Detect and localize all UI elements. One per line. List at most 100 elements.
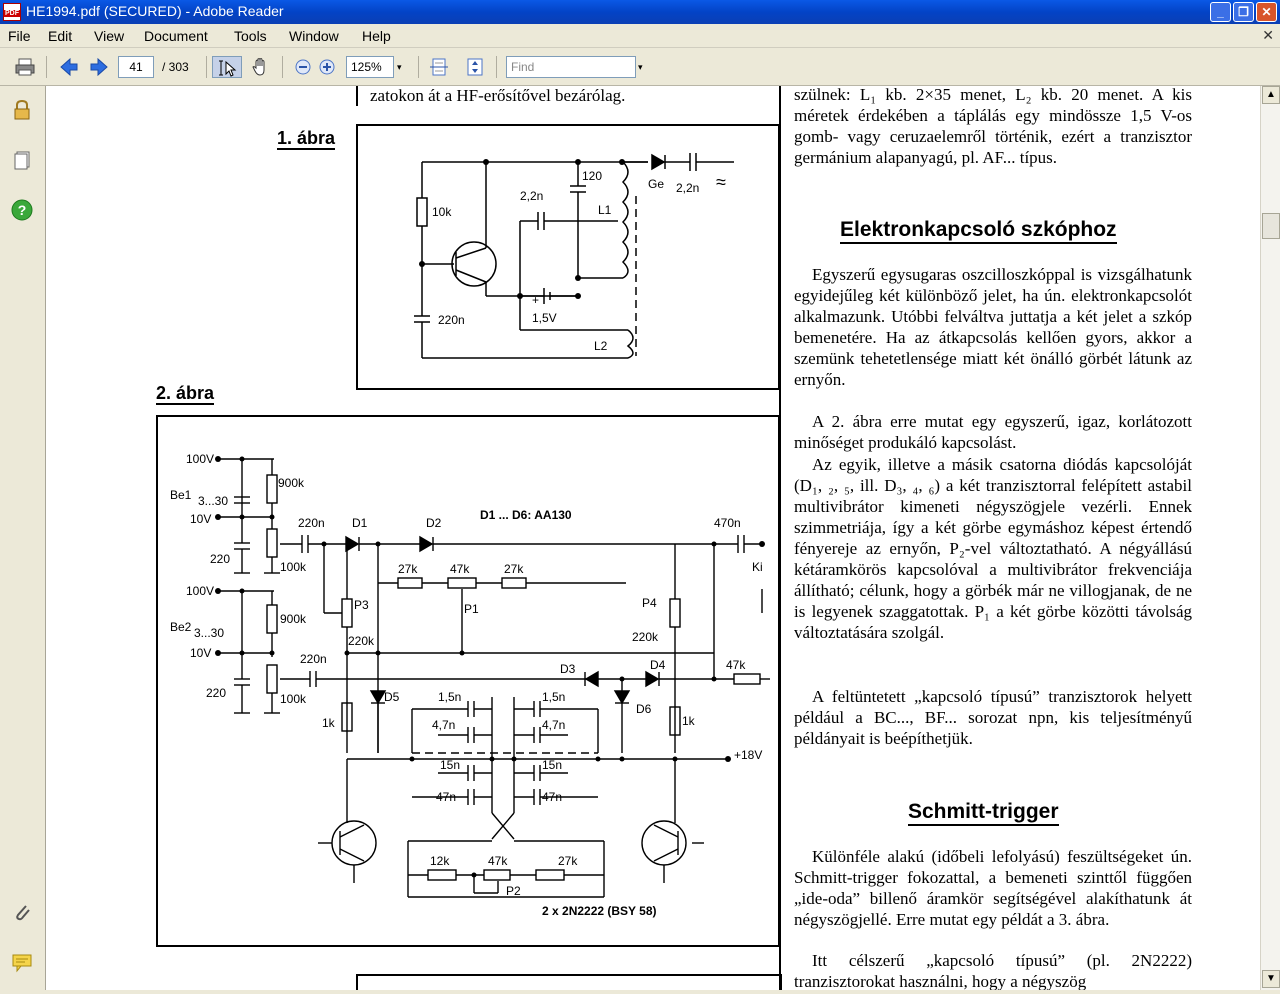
fig2-label-be1: Be1	[170, 488, 192, 502]
help-icon[interactable]: ?	[10, 198, 34, 222]
fig2-label-1k-a: 1k	[322, 716, 336, 730]
fig2-label-220-b: 220	[206, 686, 226, 700]
fig2-label-900k-b: 900k	[280, 612, 307, 626]
attachments-paperclip-icon[interactable]	[10, 900, 34, 924]
find-input[interactable]: Find	[506, 56, 636, 78]
fig2-label-15n-a: 15n	[440, 758, 460, 772]
comments-icon[interactable]	[10, 950, 34, 974]
fig2-label-diodes: D1 ... D6: AA130	[480, 508, 572, 522]
fig2-label-ki: Ki	[752, 560, 763, 574]
heading-elektronkapcsolo: Elektronkapcsoló szkóphoz	[840, 218, 1117, 244]
zoom-out-icon[interactable]	[292, 56, 314, 78]
fig2-label-p4: P4	[642, 596, 657, 610]
fig2-label-47k-a: 47k	[450, 562, 470, 576]
fig2-label-100k-b: 100k	[280, 692, 307, 706]
fig1-label-2n2b: 2,2n	[676, 181, 699, 195]
fig2-label-15n-b: 15n	[542, 758, 562, 772]
menu-bar: File Edit View Document Tools Window Hel…	[0, 24, 1280, 48]
fig1-label-ac: ≈	[716, 172, 726, 192]
zoom-in-icon[interactable]	[316, 56, 338, 78]
close-document-icon[interactable]: ✕	[1262, 27, 1274, 44]
scroll-down-arrow-icon[interactable]: ▼	[1262, 970, 1280, 988]
hand-tool-icon[interactable]	[250, 56, 272, 78]
fig2-label-p3: P3	[354, 598, 369, 612]
fig2-label-1k-b: 1k	[682, 714, 696, 728]
fig2-label-d2: D2	[426, 516, 442, 530]
navigation-panel: ?	[0, 86, 46, 990]
fig1-label-10k: 10k	[432, 205, 452, 219]
fig2-label-47n-a: 47n	[436, 790, 456, 804]
vertical-scrollbar[interactable]: ▲ ▼	[1260, 86, 1280, 990]
fig1-label-2n2a: 2,2n	[520, 189, 543, 203]
fig2-label-4n7-b: 4,7n	[542, 718, 565, 732]
figure1-circuit-drawing: 10k 120 2,2n L1 Ge 2,2n ≈ 220n + 1,5V L2	[414, 153, 734, 359]
security-lock-icon[interactable]	[10, 98, 34, 122]
toolbar: 41 / 303 125% ▾ Find ▾	[0, 48, 1280, 86]
title-bar: HE1994.pdf (SECURED) - Adobe Reader _ ❐ …	[0, 0, 1280, 24]
figure1-label: 1. ábra	[277, 128, 336, 150]
fig2-label-d1: D1	[352, 516, 368, 530]
fig2-label-d3: D3	[560, 662, 576, 676]
restore-button[interactable]: ❐	[1233, 2, 1254, 22]
find-dropdown-icon[interactable]: ▾	[638, 56, 643, 78]
page-number-input[interactable]: 41	[118, 56, 154, 78]
fig2-label-100k-a: 100k	[280, 560, 307, 574]
fig2-label-27k-b: 27k	[504, 562, 524, 576]
minimize-button[interactable]: _	[1210, 2, 1231, 22]
next-page-icon[interactable]	[88, 56, 110, 78]
page-total: / 303	[162, 60, 189, 74]
fit-width-icon[interactable]	[428, 56, 450, 78]
fit-page-icon[interactable]	[464, 56, 486, 78]
fig1-label-l1: L1	[598, 203, 612, 217]
menu-file[interactable]: File	[8, 28, 31, 44]
fig1-label-120: 120	[582, 169, 602, 183]
zoom-level-select[interactable]: 125%	[346, 56, 394, 78]
select-tool-icon[interactable]	[212, 56, 242, 78]
fig2-label-220k-a: 220k	[348, 634, 375, 648]
menu-tools[interactable]: Tools	[234, 28, 267, 44]
menu-edit[interactable]: Edit	[48, 28, 72, 44]
scrollbar-thumb[interactable]	[1262, 213, 1280, 239]
fig2-label-220n-a: 220n	[298, 516, 325, 530]
fig2-label-1n5-b: 1,5n	[542, 690, 565, 704]
fig2-label-p1: P1	[464, 602, 479, 616]
fig1-label-ge: Ge	[648, 177, 664, 191]
fig2-label-d4: D4	[650, 658, 666, 672]
zoom-dropdown-icon[interactable]: ▾	[397, 56, 402, 78]
column-divider	[779, 86, 781, 990]
menu-document[interactable]: Document	[144, 28, 208, 44]
fig1-label-1v5: 1,5V	[532, 311, 557, 325]
fig1-label-l2: L2	[594, 339, 608, 353]
right-column-intro: szülnek: L₁ kb. 2×35 menet, L₂ kb. 20 me…	[794, 86, 1192, 167]
menu-view[interactable]: View	[94, 28, 124, 44]
document-viewport[interactable]: zatokon át a HF-erősítővel bezárólag. 1.…	[46, 86, 1260, 990]
fig2-label-10v-b: 10V	[190, 646, 211, 660]
menu-window[interactable]: Window	[289, 28, 339, 44]
fig2-label-transistors: 2 x 2N2222 (BSY 58)	[542, 904, 657, 918]
fig2-label-100v-b: 100V	[186, 584, 214, 598]
print-icon[interactable]	[14, 56, 36, 78]
paragraph-5: Különféle alakú (időbeli lefolyású) fesz…	[794, 847, 1192, 929]
fig2-label-d5: D5	[384, 690, 400, 704]
pages-panel-icon[interactable]	[10, 148, 34, 172]
page-text-top-left: zatokon át a HF-erősítővel bezárólag.	[356, 86, 776, 106]
adobe-reader-icon	[3, 3, 21, 21]
paragraph-1: Egyszerű egysugaras oszcilloszkóppal is …	[794, 265, 1192, 389]
fig2-label-27k-c: 27k	[558, 854, 578, 868]
fig2-label-47k-d: 47k	[488, 854, 508, 868]
fig2-label-10v-a: 10V	[190, 512, 211, 526]
fig2-label-220k-b: 220k	[632, 630, 659, 644]
figure1-schematic: 10k 120 2,2n L1 Ge 2,2n ≈ 220n + 1,5V L2	[356, 124, 780, 390]
close-button[interactable]: ✕	[1256, 2, 1277, 22]
fig2-label-12k: 12k	[430, 854, 450, 868]
scroll-up-arrow-icon[interactable]: ▲	[1262, 86, 1280, 104]
paragraph-3: Az egyik, illetve a másik csatorna diódá…	[794, 455, 1192, 642]
fig2-label-47n-b: 47n	[542, 790, 562, 804]
paragraph-4: A feltüntetett „kapcsoló típusú” tranzis…	[794, 687, 1192, 748]
status-strip	[0, 990, 1280, 994]
fig2-label-be2: Be2	[170, 620, 192, 634]
fig2-label-4n7-a: 4,7n	[432, 718, 455, 732]
paragraph-6: Itt célszerű „kapcsoló típusú” (pl. 2N22…	[794, 951, 1192, 990]
previous-page-icon[interactable]	[58, 56, 80, 78]
menu-help[interactable]: Help	[362, 28, 391, 44]
